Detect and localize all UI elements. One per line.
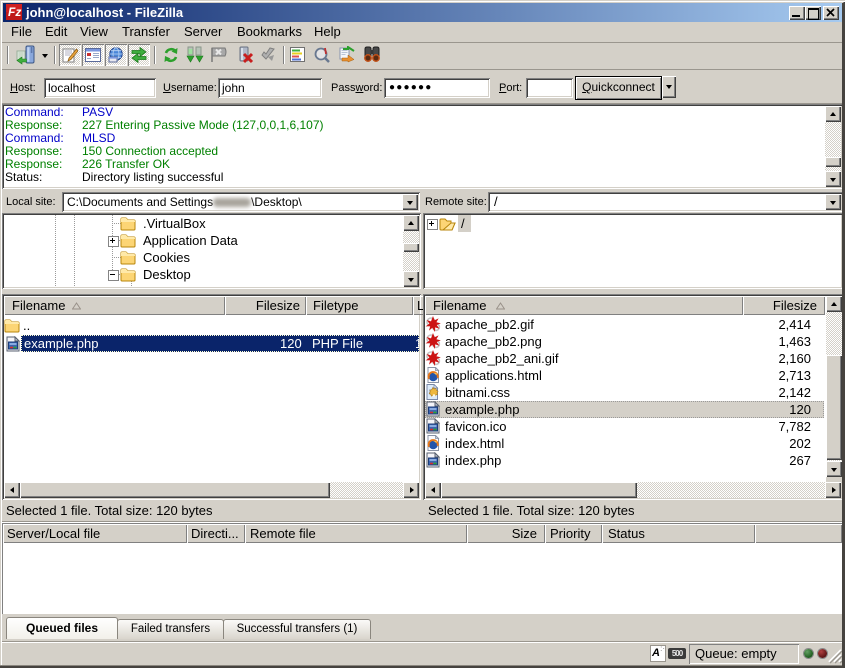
svg-text:Fz: Fz: [8, 5, 21, 19]
